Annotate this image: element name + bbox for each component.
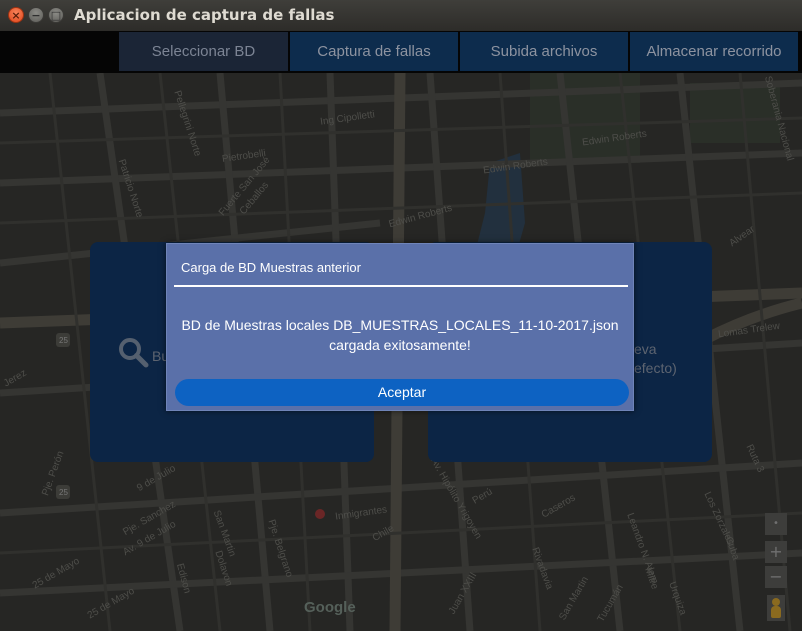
locate-me-button[interactable]: •	[765, 513, 787, 535]
window-titlebar: × − □ Aplicacion de captura de fallas	[0, 0, 802, 32]
option-card-nueva-label-line1: eva	[634, 341, 657, 357]
route-badge-label: 25	[59, 336, 68, 345]
minimize-window-button[interactable]: −	[28, 7, 44, 23]
zoom-in-button[interactable]: +	[765, 541, 787, 563]
zoom-out-button[interactable]: −	[765, 566, 787, 588]
google-logo: Google	[304, 599, 356, 616]
dialog-divider	[174, 285, 628, 287]
close-window-button[interactable]: ×	[8, 7, 24, 23]
tab-seleccionar-bd[interactable]: Seleccionar BD	[119, 32, 288, 71]
tab-captura-de-fallas[interactable]: Captura de fallas	[290, 32, 458, 71]
dialog-message: BD de Muestras locales DB_MUESTRAS_LOCAL…	[167, 315, 633, 355]
street-view-pegman-icon[interactable]	[767, 595, 785, 621]
dialog-message-line1: BD de Muestras locales DB_MUESTRAS_LOCAL…	[181, 317, 619, 333]
dialog-title: Carga de BD Muestras anterior	[181, 260, 361, 275]
tab-bar: Seleccionar BD Captura de fallas Subida …	[0, 31, 802, 73]
maximize-window-button[interactable]: □	[48, 7, 64, 23]
dialog-message-line2: cargada exitosamente!	[329, 337, 471, 353]
load-db-dialog: Carga de BD Muestras anterior BD de Mues…	[166, 243, 634, 411]
search-icon	[119, 338, 149, 368]
accept-button[interactable]: Aceptar	[175, 379, 629, 406]
tab-almacenar-recorrido[interactable]: Almacenar recorrido	[630, 32, 798, 71]
window-title: Aplicacion de captura de fallas	[74, 6, 335, 24]
tab-subida-archivos[interactable]: Subida archivos	[460, 32, 628, 71]
option-card-nueva-label-line2: efecto)	[634, 360, 677, 376]
route-badge-label: 25	[59, 488, 68, 497]
